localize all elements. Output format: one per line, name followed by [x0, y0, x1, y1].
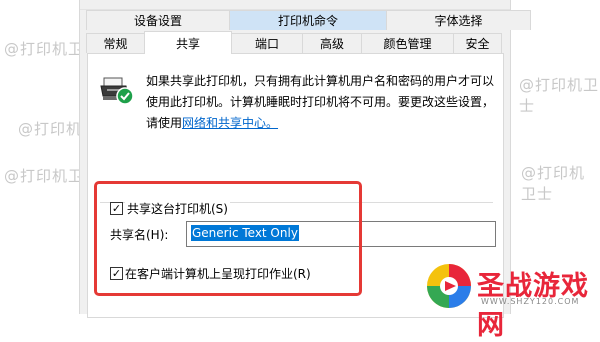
tab-general[interactable]: 常规 — [86, 33, 145, 53]
site-logo: 圣战游戏网 WWW.SHZY120.COM — [425, 262, 595, 341]
sharing-info-text: 如果共享此打印机，只有拥有此计算机用户名和密码的用户才可以使用此打印机。计算机睡… — [146, 71, 496, 134]
share-printer-row[interactable]: ✓ 共享这台打印机(S) — [110, 200, 230, 217]
tab-row-upper: 设备设置 打印机命令 字体选择 — [86, 10, 531, 30]
share-name-label: 共享名(H): — [110, 228, 169, 242]
render-jobs-label: 在客户端计算机上呈现打印作业(R) — [125, 267, 311, 281]
logo-url: WWW.SHZY120.COM — [481, 297, 580, 306]
tab-security[interactable]: 安全 — [453, 33, 502, 53]
tab-color-management[interactable]: 颜色管理 — [361, 33, 454, 53]
tab-ports[interactable]: 端口 — [231, 33, 303, 53]
render-jobs-checkbox[interactable]: ✓ — [110, 267, 123, 280]
top-strip — [80, 0, 510, 10]
network-sharing-center-link[interactable]: 网络和共享中心。 — [182, 116, 278, 130]
tab-row-lower: 常规 共享 端口 高级 颜色管理 安全 — [86, 31, 502, 54]
share-printer-checkbox[interactable]: ✓ — [110, 202, 123, 215]
watermark-text: @打印机卫士 — [519, 76, 600, 115]
logo-mark-icon — [427, 264, 471, 308]
tab-font-selection[interactable]: 字体选择 — [386, 10, 531, 30]
share-printer-label: 共享这台打印机(S) — [125, 200, 230, 217]
tab-device-settings[interactable]: 设备设置 — [86, 10, 230, 30]
render-jobs-row[interactable]: ✓ 在客户端计算机上呈现打印作业(R) — [110, 265, 311, 282]
tab-sharing[interactable]: 共享 — [144, 31, 232, 54]
shared-printer-icon — [100, 77, 134, 105]
share-name-value: Generic Text Only — [191, 225, 299, 241]
watermark-text: @打印机卫士 — [521, 164, 586, 203]
tab-printer-commands[interactable]: 打印机命令 — [229, 10, 387, 30]
share-name-input[interactable]: Generic Text Only — [186, 221, 496, 247]
tab-advanced[interactable]: 高级 — [302, 33, 362, 53]
